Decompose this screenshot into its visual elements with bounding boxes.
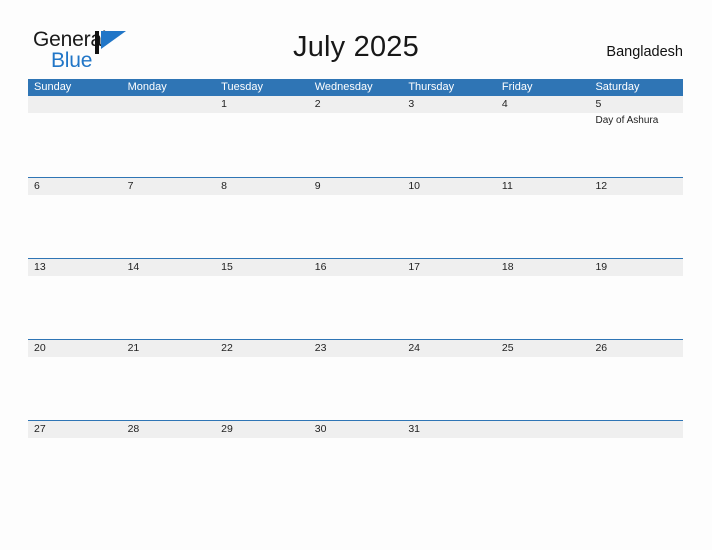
day-number: 6: [34, 180, 40, 192]
calendar-week-row: 27 28 29 30 31: [28, 420, 684, 501]
day-number: 23: [314, 342, 327, 354]
page-title: July 2025: [293, 31, 419, 63]
day-number: [595, 421, 683, 438]
weekday-header-tuesday: Tuesday: [221, 81, 263, 93]
day-cell[interactable]: 14: [121, 259, 216, 339]
day-cell[interactable]: 21: [121, 340, 216, 420]
day-cell[interactable]: 27: [28, 421, 122, 501]
weekday-header-thursday: Thursday: [408, 81, 455, 93]
day-number: 27: [34, 423, 46, 435]
day-number: 8: [221, 180, 227, 192]
weekday-header-saturday: Saturday: [595, 81, 640, 93]
day-cell[interactable]: 19: [589, 259, 684, 339]
day-number: 18: [501, 261, 514, 273]
day-number: 2: [314, 98, 321, 110]
day-cell[interactable]: 2: [308, 96, 403, 177]
page-header: General Blue July 2025 Bangladesh: [0, 0, 712, 76]
day-cell[interactable]: 9: [308, 178, 403, 258]
day-number: 12: [595, 180, 608, 192]
day-cell[interactable]: 22: [215, 340, 309, 420]
day-number: 28: [127, 423, 140, 435]
day-cell[interactable]: 23: [308, 340, 403, 420]
day-cell[interactable]: 30: [308, 421, 403, 501]
day-cell[interactable]: 4: [495, 96, 590, 177]
calendar-week-row: 13 14 15 16 17 18 19: [28, 258, 684, 339]
day-cell[interactable]: 16: [308, 259, 403, 339]
day-cell[interactable]: 6: [28, 178, 122, 258]
day-cell[interactable]: [495, 421, 590, 501]
day-number: 19: [595, 261, 608, 273]
weekday-header-sunday: Sunday: [34, 81, 72, 93]
day-cell[interactable]: [121, 96, 216, 177]
day-number: 22: [221, 342, 233, 354]
day-cell[interactable]: 25: [495, 340, 590, 420]
day-cell[interactable]: 13: [28, 259, 122, 339]
day-number: 17: [408, 261, 420, 273]
day-number: [128, 96, 216, 113]
day-cell[interactable]: 28: [121, 421, 216, 501]
day-cell[interactable]: 29: [215, 421, 309, 501]
calendar-week-row: 1 2 3 4 5 Day of Ashura: [28, 96, 684, 177]
day-number: 4: [501, 98, 508, 110]
calendar-week-row: 6 7 8 9 10 11 12: [28, 177, 684, 258]
day-cell[interactable]: 5 Day of Ashura: [589, 96, 684, 177]
day-cell[interactable]: 11: [495, 178, 590, 258]
day-number: 5: [595, 98, 602, 110]
day-cell[interactable]: 31: [402, 421, 496, 501]
day-number: 1: [221, 98, 227, 110]
day-number: 7: [127, 180, 134, 192]
day-number: 30: [314, 423, 327, 435]
day-number: 26: [595, 342, 608, 354]
day-number: 13: [34, 261, 46, 273]
day-number: [34, 96, 122, 113]
day-cell[interactable]: 18: [495, 259, 590, 339]
day-number: 31: [408, 423, 420, 435]
day-cell[interactable]: [28, 96, 122, 177]
day-cell[interactable]: 3: [402, 96, 496, 177]
day-event: Day of Ashura: [595, 115, 659, 126]
weekday-header-row: Sunday Monday Tuesday Wednesday Thursday…: [28, 79, 683, 96]
day-number: [502, 421, 590, 438]
day-number: 29: [221, 423, 233, 435]
day-number: 21: [127, 342, 140, 354]
day-cell[interactable]: [589, 421, 684, 501]
day-number: 3: [408, 98, 415, 110]
country-label: Bangladesh: [606, 44, 683, 60]
day-cell[interactable]: 17: [402, 259, 496, 339]
day-cell[interactable]: 10: [402, 178, 496, 258]
day-cell[interactable]: 12: [589, 178, 684, 258]
weekday-header-monday: Monday: [127, 81, 167, 93]
day-number: 9: [314, 180, 321, 192]
day-cell[interactable]: 20: [28, 340, 122, 420]
calendar-table: Sunday Monday Tuesday Wednesday Thursday…: [28, 79, 684, 501]
day-number: 25: [501, 342, 514, 354]
day-number: 10: [408, 180, 420, 192]
day-number: 14: [127, 261, 140, 273]
day-cell[interactable]: 26: [589, 340, 684, 420]
day-cell[interactable]: 8: [215, 178, 309, 258]
day-number: 20: [34, 342, 46, 354]
weekday-header-friday: Friday: [501, 81, 533, 93]
day-number: 24: [408, 342, 420, 354]
day-cell[interactable]: 24: [402, 340, 496, 420]
day-cell[interactable]: 15: [215, 259, 309, 339]
calendar-week-row: 20 21 22 23 24 25 26: [28, 339, 684, 420]
day-number: 11: [501, 180, 513, 192]
day-cell[interactable]: 7: [121, 178, 216, 258]
weekday-header-wednesday: Wednesday: [314, 81, 373, 93]
day-number: 15: [221, 261, 233, 273]
day-number: 16: [314, 261, 327, 273]
day-cell[interactable]: 1: [215, 96, 309, 177]
